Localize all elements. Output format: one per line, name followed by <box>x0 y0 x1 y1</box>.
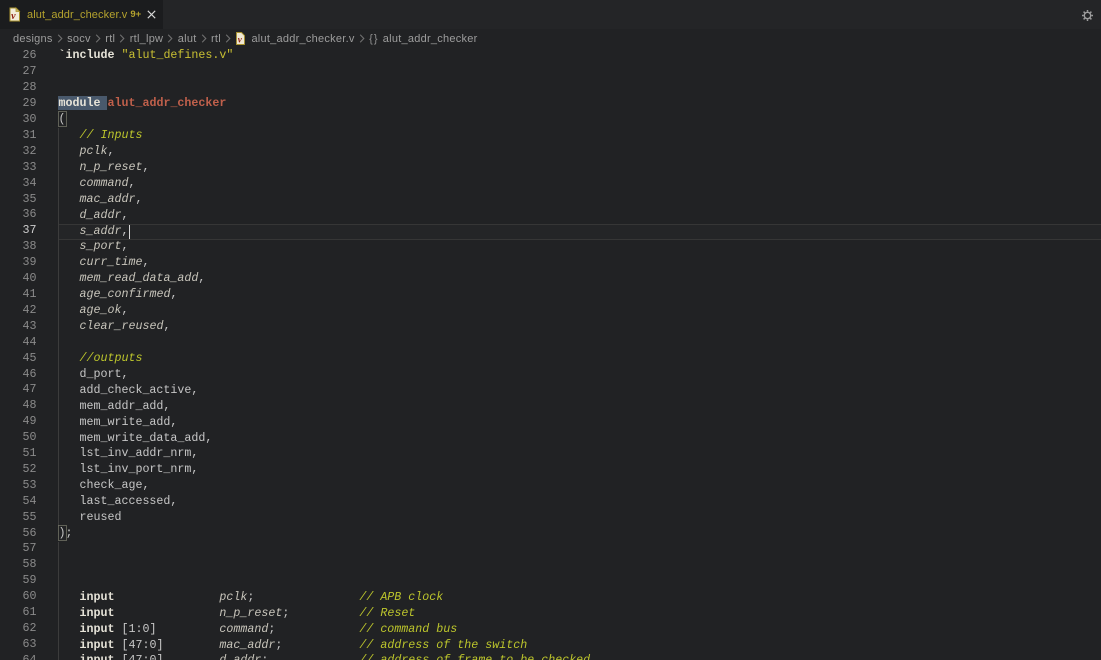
svg-text:v: v <box>11 11 16 22</box>
svg-text:v: v <box>238 35 243 45</box>
